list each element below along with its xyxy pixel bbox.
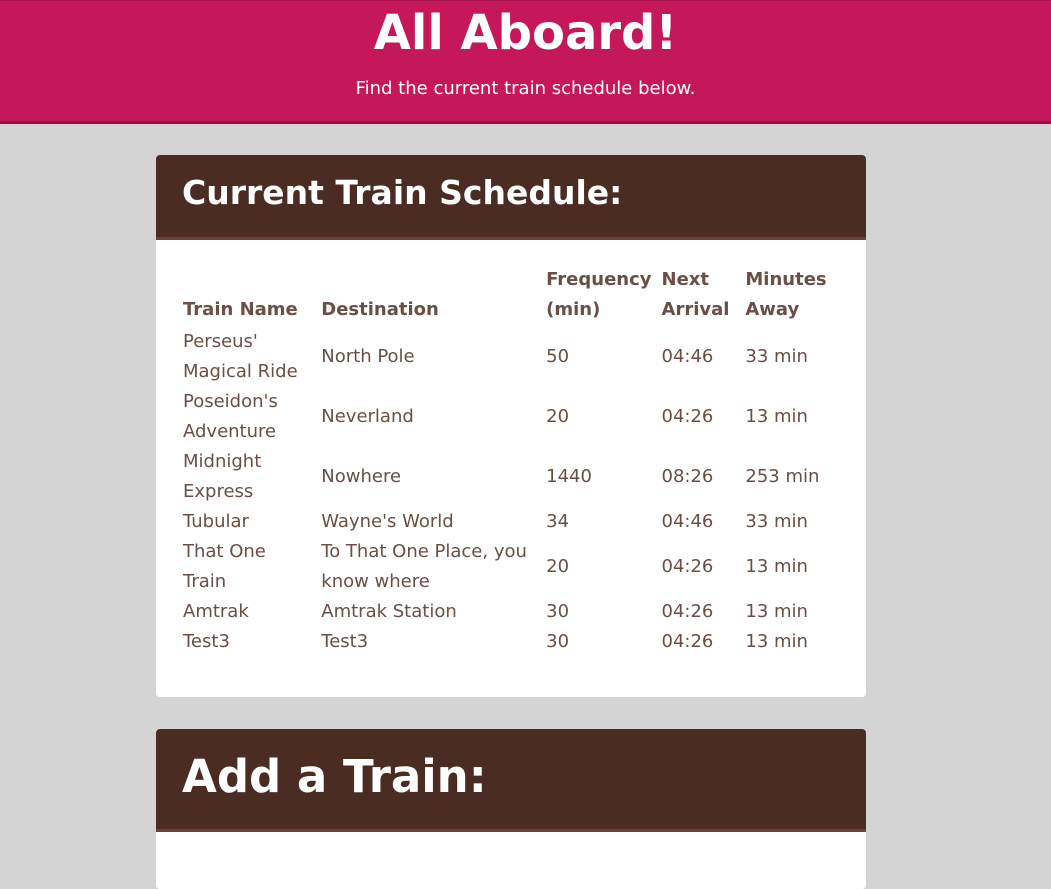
column-header-frequency: Frequency (min) <box>546 269 652 320</box>
destination-cell: Neverland <box>321 406 414 427</box>
frequency-cell: 30 <box>546 601 570 622</box>
destination-cell: North Pole <box>321 346 415 367</box>
minutes-away-cell: 13 min <box>745 406 808 427</box>
schedule-panel: Current Train Schedule: Train Name Desti… <box>156 155 866 697</box>
next-arrival-cell: 04:26 <box>661 556 714 577</box>
table-row: Midnight Express Nowhere 1440 08:26 253 … <box>178 447 850 507</box>
minutes-away-cell: 253 min <box>745 466 820 487</box>
frequency-cell: 30 <box>546 631 570 652</box>
train-name-cell: Poseidon's Adventure <box>183 391 278 442</box>
train-name-cell: That One Train <box>183 541 266 592</box>
add-train-panel: Add a Train: <box>156 729 866 889</box>
train-name-cell: Amtrak <box>183 601 249 622</box>
column-header-minutes-away: Minutes Away <box>745 269 827 320</box>
frequency-cell: 20 <box>546 556 570 577</box>
column-header-train-name: Train Name <box>183 299 298 320</box>
table-header-row: Train Name Destination Frequency (min) N… <box>178 265 850 327</box>
train-name-cell: Tubular <box>183 511 249 532</box>
frequency-cell: 50 <box>546 346 570 367</box>
page-subtitle: Find the current train schedule below. <box>355 78 696 99</box>
column-header-next-arrival: Next Arrival <box>661 269 730 320</box>
train-schedule-table: Train Name Destination Frequency (min) N… <box>178 265 850 657</box>
next-arrival-cell: 04:46 <box>661 511 714 532</box>
schedule-panel-title: Current Train Schedule: <box>182 173 623 212</box>
minutes-away-cell: 13 min <box>745 556 808 577</box>
train-name-cell: Perseus' Magical Ride <box>183 331 298 382</box>
frequency-cell: 1440 <box>546 466 592 487</box>
minutes-away-cell: 13 min <box>745 601 808 622</box>
table-row: Tubular Wayne's World 34 04:46 33 min <box>178 507 850 537</box>
page-banner: All Aboard! Find the current train sched… <box>0 0 1051 124</box>
table-row: Poseidon's Adventure Neverland 20 04:26 … <box>178 387 850 447</box>
next-arrival-cell: 08:26 <box>661 466 714 487</box>
minutes-away-cell: 13 min <box>745 631 808 652</box>
frequency-cell: 20 <box>546 406 570 427</box>
page-title: All Aboard! <box>373 5 678 61</box>
destination-cell: Amtrak Station <box>321 601 457 622</box>
next-arrival-cell: 04:26 <box>661 601 714 622</box>
next-arrival-cell: 04:26 <box>661 631 714 652</box>
minutes-away-cell: 33 min <box>745 511 808 532</box>
table-row: That One Train To That One Place, you kn… <box>178 537 850 597</box>
train-name-cell: Midnight Express <box>183 451 262 502</box>
table-row: Perseus' Magical Ride North Pole 50 04:4… <box>178 327 850 387</box>
next-arrival-cell: 04:26 <box>661 406 714 427</box>
train-name-cell: Test3 <box>183 631 230 652</box>
table-row: Test3 Test3 30 04:26 13 min <box>178 627 850 657</box>
next-arrival-cell: 04:46 <box>661 346 714 367</box>
schedule-panel-header: Current Train Schedule: <box>156 155 866 240</box>
add-train-panel-title: Add a Train: <box>182 750 487 803</box>
destination-cell: Wayne's World <box>321 511 454 532</box>
add-train-panel-header: Add a Train: <box>156 729 866 832</box>
column-header-destination: Destination <box>321 299 439 320</box>
frequency-cell: 34 <box>546 511 570 532</box>
destination-cell: Test3 <box>321 631 369 652</box>
destination-cell: To That One Place, you know where <box>321 541 527 592</box>
table-row: Amtrak Amtrak Station 30 04:26 13 min <box>178 597 850 627</box>
minutes-away-cell: 33 min <box>745 346 808 367</box>
destination-cell: Nowhere <box>321 466 402 487</box>
